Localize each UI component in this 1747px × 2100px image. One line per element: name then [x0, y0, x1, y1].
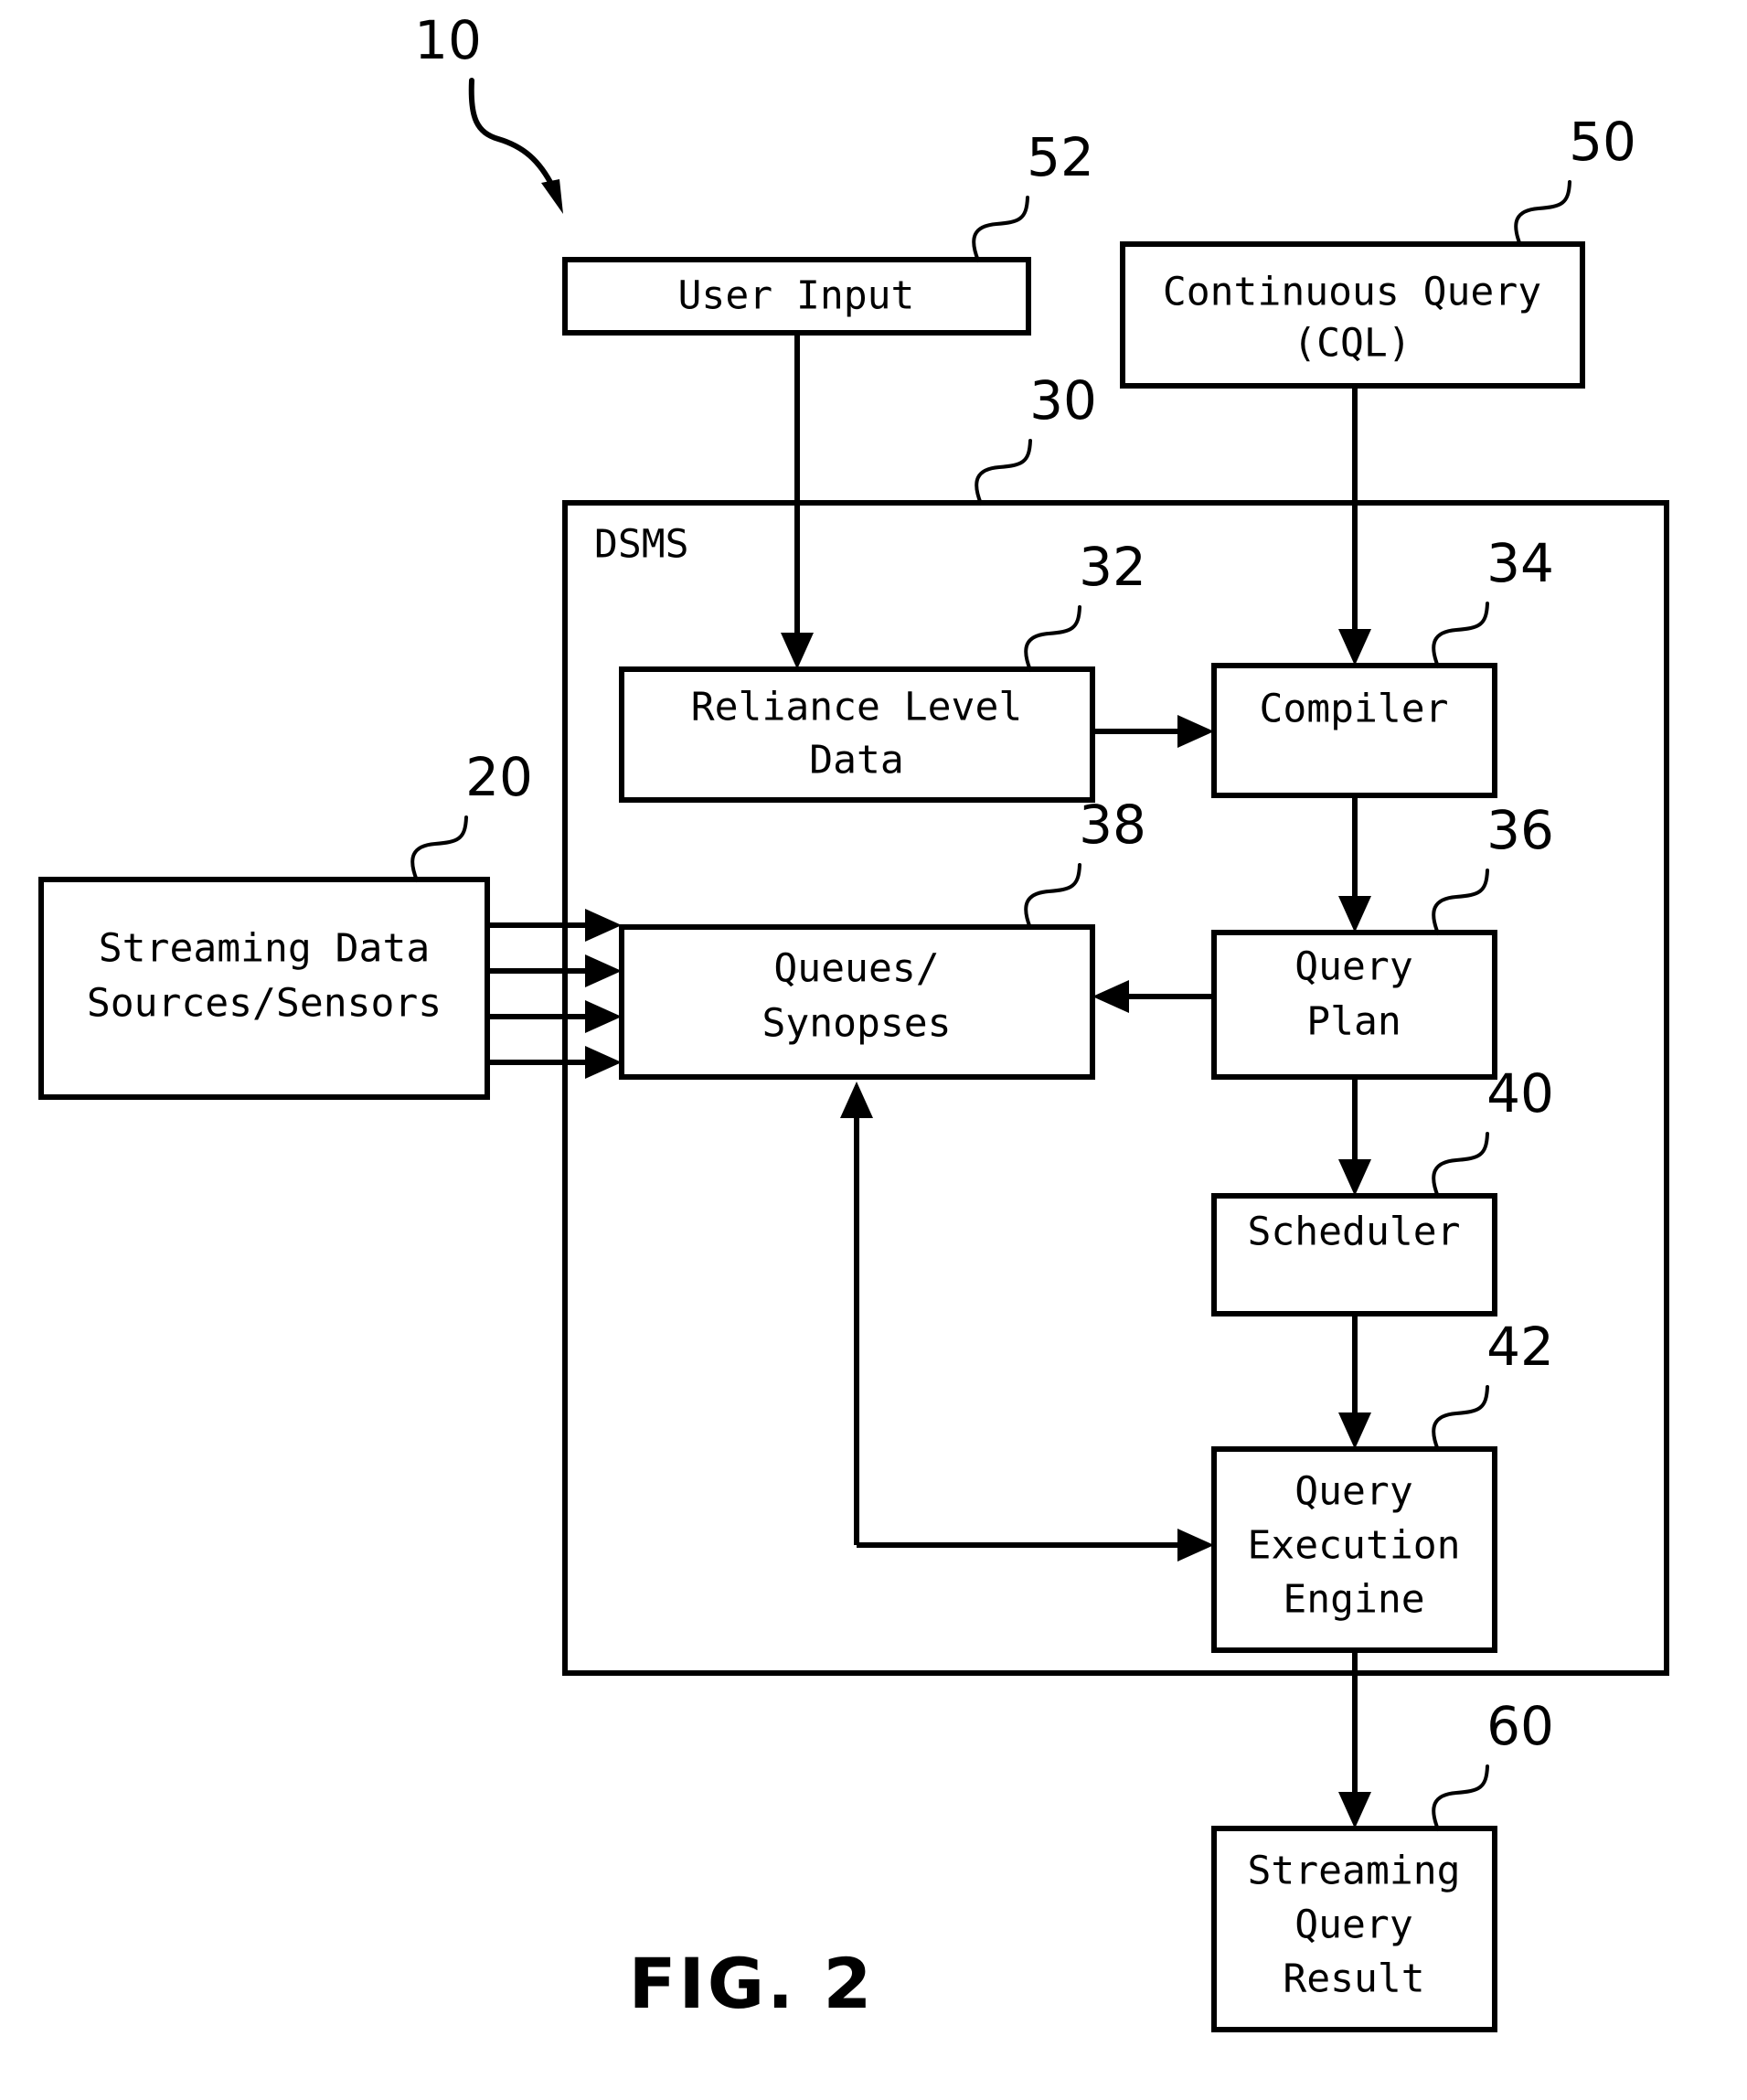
leader-line-ref-30 [975, 439, 1032, 506]
box-streaming-data-sources[interactable]: Streaming Data Sources/Sensors [38, 877, 490, 1100]
streaming-data-sources-label-line2: Sources/Sensors [87, 981, 442, 1027]
query-execution-engine-label-line1: Query [1294, 1469, 1412, 1515]
ref-number-20: 20 [465, 746, 533, 808]
queues-synopses-label-line1: Queues/ [773, 946, 939, 992]
queues-synopses-label-line2: Synopses [762, 1001, 951, 1047]
arrowhead-ref-10 [541, 179, 563, 214]
ref-number-30: 30 [1029, 369, 1097, 432]
user-input-label: User Input [678, 273, 915, 319]
continuous-query-label-line2: (CQL) [1293, 321, 1411, 367]
leader-line-ref-52 [972, 196, 1029, 262]
leader-line-ref-42 [1432, 1385, 1489, 1452]
box-reliance-level-data[interactable]: Reliance Level Data [619, 666, 1095, 803]
ref-number-60: 60 [1486, 1695, 1554, 1757]
arrowhead-qee-to-queues [840, 1082, 873, 1118]
box-compiler[interactable]: Compiler [1211, 663, 1497, 798]
leader-line-ref-38 [1024, 863, 1081, 930]
arrowhead-user-input-to-reliance [781, 633, 814, 669]
leader-line-ref-36 [1432, 869, 1489, 935]
ref-number-36: 36 [1486, 799, 1554, 861]
box-query-execution-engine[interactable]: Query Execution Engine [1211, 1446, 1497, 1653]
leader-line-ref-50 [1514, 180, 1571, 247]
query-execution-engine-label-line3: Engine [1283, 1577, 1424, 1623]
ref-number-50: 50 [1569, 111, 1636, 173]
box-user-input[interactable]: User Input [562, 257, 1031, 336]
ref-number-38: 38 [1079, 794, 1146, 856]
streaming-query-result-label-line2: Query [1294, 1903, 1412, 1948]
arrowhead-qee-to-result [1338, 1792, 1371, 1828]
arrowhead-compiler-to-query-plan [1338, 896, 1371, 933]
box-streaming-query-result[interactable]: Streaming Query Result [1211, 1826, 1497, 2032]
reliance-level-data-label-line1: Reliance Level [691, 685, 1022, 730]
box-continuous-query[interactable]: Continuous Query (CQL) [1120, 241, 1585, 389]
ref-number-40: 40 [1486, 1062, 1554, 1125]
arrowhead-stream-4 [585, 1046, 622, 1079]
arrowhead-cql-to-compiler [1338, 629, 1371, 666]
leader-line-ref-40 [1432, 1132, 1489, 1199]
reliance-level-data-label-line2: Data [809, 738, 904, 784]
streaming-query-result-label-line3: Result [1283, 1956, 1424, 2002]
ref-number-34: 34 [1486, 532, 1554, 594]
box-scheduler[interactable]: Scheduler [1211, 1193, 1497, 1316]
ref-number-32: 32 [1079, 536, 1146, 598]
leader-line-ref-60 [1432, 1764, 1489, 1831]
compiler-label: Compiler [1259, 687, 1448, 732]
arrowhead-stream-3 [585, 1000, 622, 1033]
streaming-query-result-label-line1: Streaming [1248, 1849, 1461, 1894]
arrowhead-scheduler-to-qee [1338, 1412, 1371, 1449]
leader-line-ref-34 [1432, 602, 1489, 668]
ref-number-10: 10 [414, 9, 482, 71]
arrowhead-stream-2 [585, 954, 622, 987]
figure-caption: FIG. 2 [629, 1943, 875, 2024]
ref-number-42: 42 [1486, 1316, 1554, 1378]
arrowhead-reliance-to-compiler [1177, 715, 1214, 748]
streaming-data-sources-label-line1: Streaming Data [99, 926, 430, 972]
leader-line-ref-10 [468, 78, 556, 190]
scheduler-label: Scheduler [1248, 1210, 1461, 1255]
continuous-query-label-line1: Continuous Query [1163, 270, 1541, 315]
query-execution-engine-label-line2: Execution [1248, 1523, 1461, 1569]
arrowhead-queues-to-qee [1177, 1529, 1214, 1562]
arrowhead-query-plan-to-queues [1092, 980, 1129, 1013]
leader-line-ref-20 [410, 815, 468, 882]
leader-line-ref-32 [1024, 605, 1081, 672]
box-query-plan[interactable]: Query Plan [1211, 930, 1497, 1080]
arrowhead-stream-1 [585, 909, 622, 942]
ref-number-52: 52 [1027, 126, 1094, 188]
box-queues-synopses[interactable]: Queues/ Synopses [619, 924, 1095, 1080]
dsms-container-label: DSMS [594, 522, 689, 568]
arrowhead-query-plan-to-scheduler [1338, 1159, 1371, 1196]
query-plan-label-line1: Query [1294, 944, 1412, 990]
figure-2-diagram: DSMS User Input Continuous Query (CQL) R… [38, 9, 1669, 2032]
query-plan-label-line2: Plan [1306, 999, 1401, 1045]
